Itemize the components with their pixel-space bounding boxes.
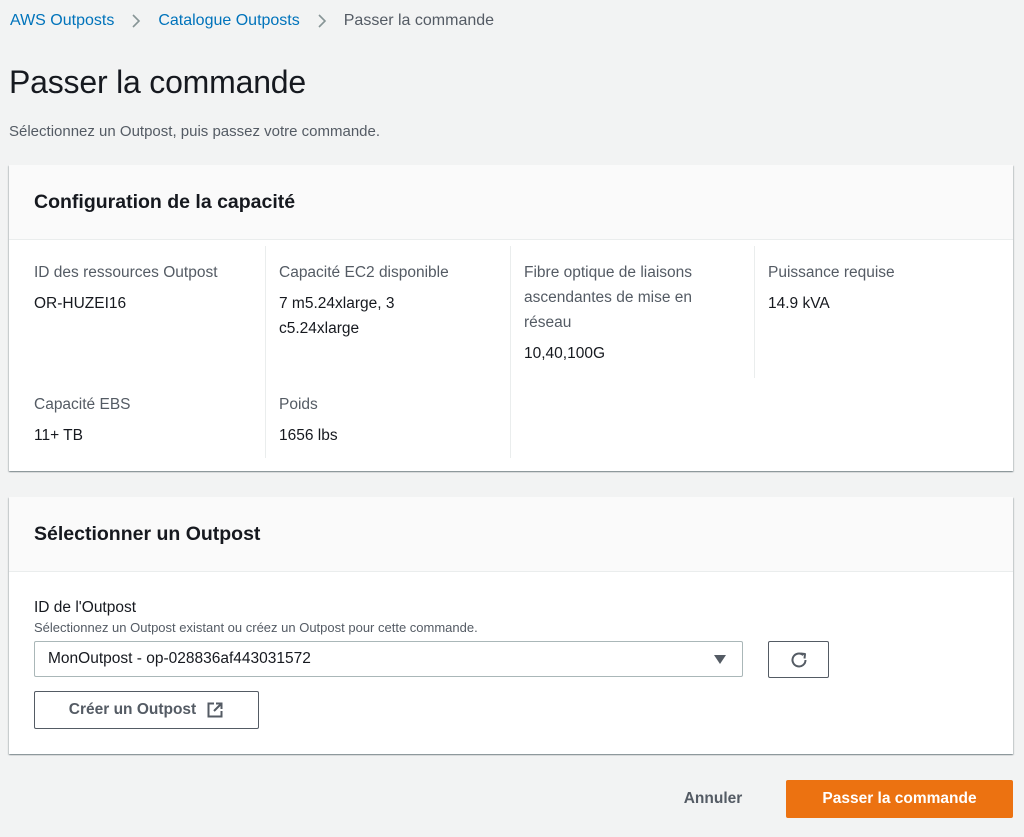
field-uplink-fiber: Fibre optique de liaisons ascendantes de… bbox=[499, 260, 744, 366]
field-label: Capacité EC2 disponible bbox=[279, 264, 449, 281]
cancel-button[interactable]: Annuler bbox=[666, 780, 760, 818]
outpost-id-select[interactable]: MonOutpost - op-028836af443031572 bbox=[34, 641, 743, 677]
field-ec2-capacity: Capacité EC2 disponible 7 m5.24xlarge, 3… bbox=[254, 260, 499, 341]
field-value: OR-HUZEI16 bbox=[34, 295, 127, 312]
select-outpost-panel-title: Sélectionner un Outpost bbox=[34, 522, 261, 545]
outpost-id-description: Sélectionnez un Outpost existant ou crée… bbox=[34, 620, 478, 635]
field-weight: Poids 1656 lbs bbox=[254, 392, 499, 448]
create-outpost-button[interactable]: Créer un Outpost bbox=[34, 691, 259, 729]
place-order-button[interactable]: Passer la commande bbox=[786, 780, 1013, 818]
field-ebs-capacity: Capacité EBS 11+ TB bbox=[9, 392, 254, 448]
select-outpost-panel-header: Sélectionner un Outpost bbox=[9, 497, 1013, 572]
field-label: Poids bbox=[279, 396, 318, 413]
field-label: Capacité EBS bbox=[34, 396, 131, 413]
chevron-right-icon bbox=[114, 13, 158, 29]
select-outpost-panel: Sélectionner un Outpost ID de l'Outpost … bbox=[9, 497, 1013, 754]
capacity-panel-header: Configuration de la capacité bbox=[9, 165, 1013, 240]
page-title: Passer la commande bbox=[9, 64, 306, 100]
field-value: 11+ TB bbox=[34, 427, 83, 444]
refresh-icon bbox=[791, 652, 806, 667]
outpost-id-selected-value: MonOutpost - op-028836af443031572 bbox=[48, 650, 311, 667]
breadcrumb-catalogue-outposts[interactable]: Catalogue Outposts bbox=[158, 12, 299, 30]
breadcrumb-aws-outposts[interactable]: AWS Outposts bbox=[10, 12, 114, 30]
breadcrumb: AWS Outposts Catalogue Outposts Passer l… bbox=[10, 11, 494, 31]
field-label: Puissance requise bbox=[768, 264, 895, 281]
field-value: 1656 lbs bbox=[279, 427, 338, 444]
field-resource-id: ID des ressources Outpost OR-HUZEI16 bbox=[9, 260, 254, 316]
create-outpost-label: Créer un Outpost bbox=[68, 701, 197, 718]
capacity-panel: Configuration de la capacité ID des ress… bbox=[9, 165, 1013, 471]
field-label: Fibre optique de liaisons ascendantes de… bbox=[524, 264, 693, 331]
breadcrumb-current: Passer la commande bbox=[343, 12, 495, 29]
field-value: 14.9 kVA bbox=[768, 295, 830, 312]
outpost-id-label: ID de l'Outpost bbox=[34, 599, 137, 616]
chevron-right-icon bbox=[300, 13, 344, 29]
page-description: Sélectionnez un Outpost, puis passez vot… bbox=[9, 123, 381, 140]
field-value: 7 m5.24xlarge, 3 c5.24xlarge bbox=[279, 295, 395, 337]
capacity-grid: ID des ressources Outpost OR-HUZEI16 Cap… bbox=[9, 240, 1013, 470]
refresh-button[interactable] bbox=[768, 641, 829, 678]
external-link-icon bbox=[207, 702, 223, 718]
field-value: 10,40,100G bbox=[524, 345, 606, 362]
capacity-panel-title: Configuration de la capacité bbox=[34, 190, 296, 213]
field-power: Puissance requise 14.9 kVA bbox=[743, 260, 988, 316]
caret-down-icon bbox=[714, 655, 726, 664]
field-label: ID des ressources Outpost bbox=[34, 264, 218, 281]
